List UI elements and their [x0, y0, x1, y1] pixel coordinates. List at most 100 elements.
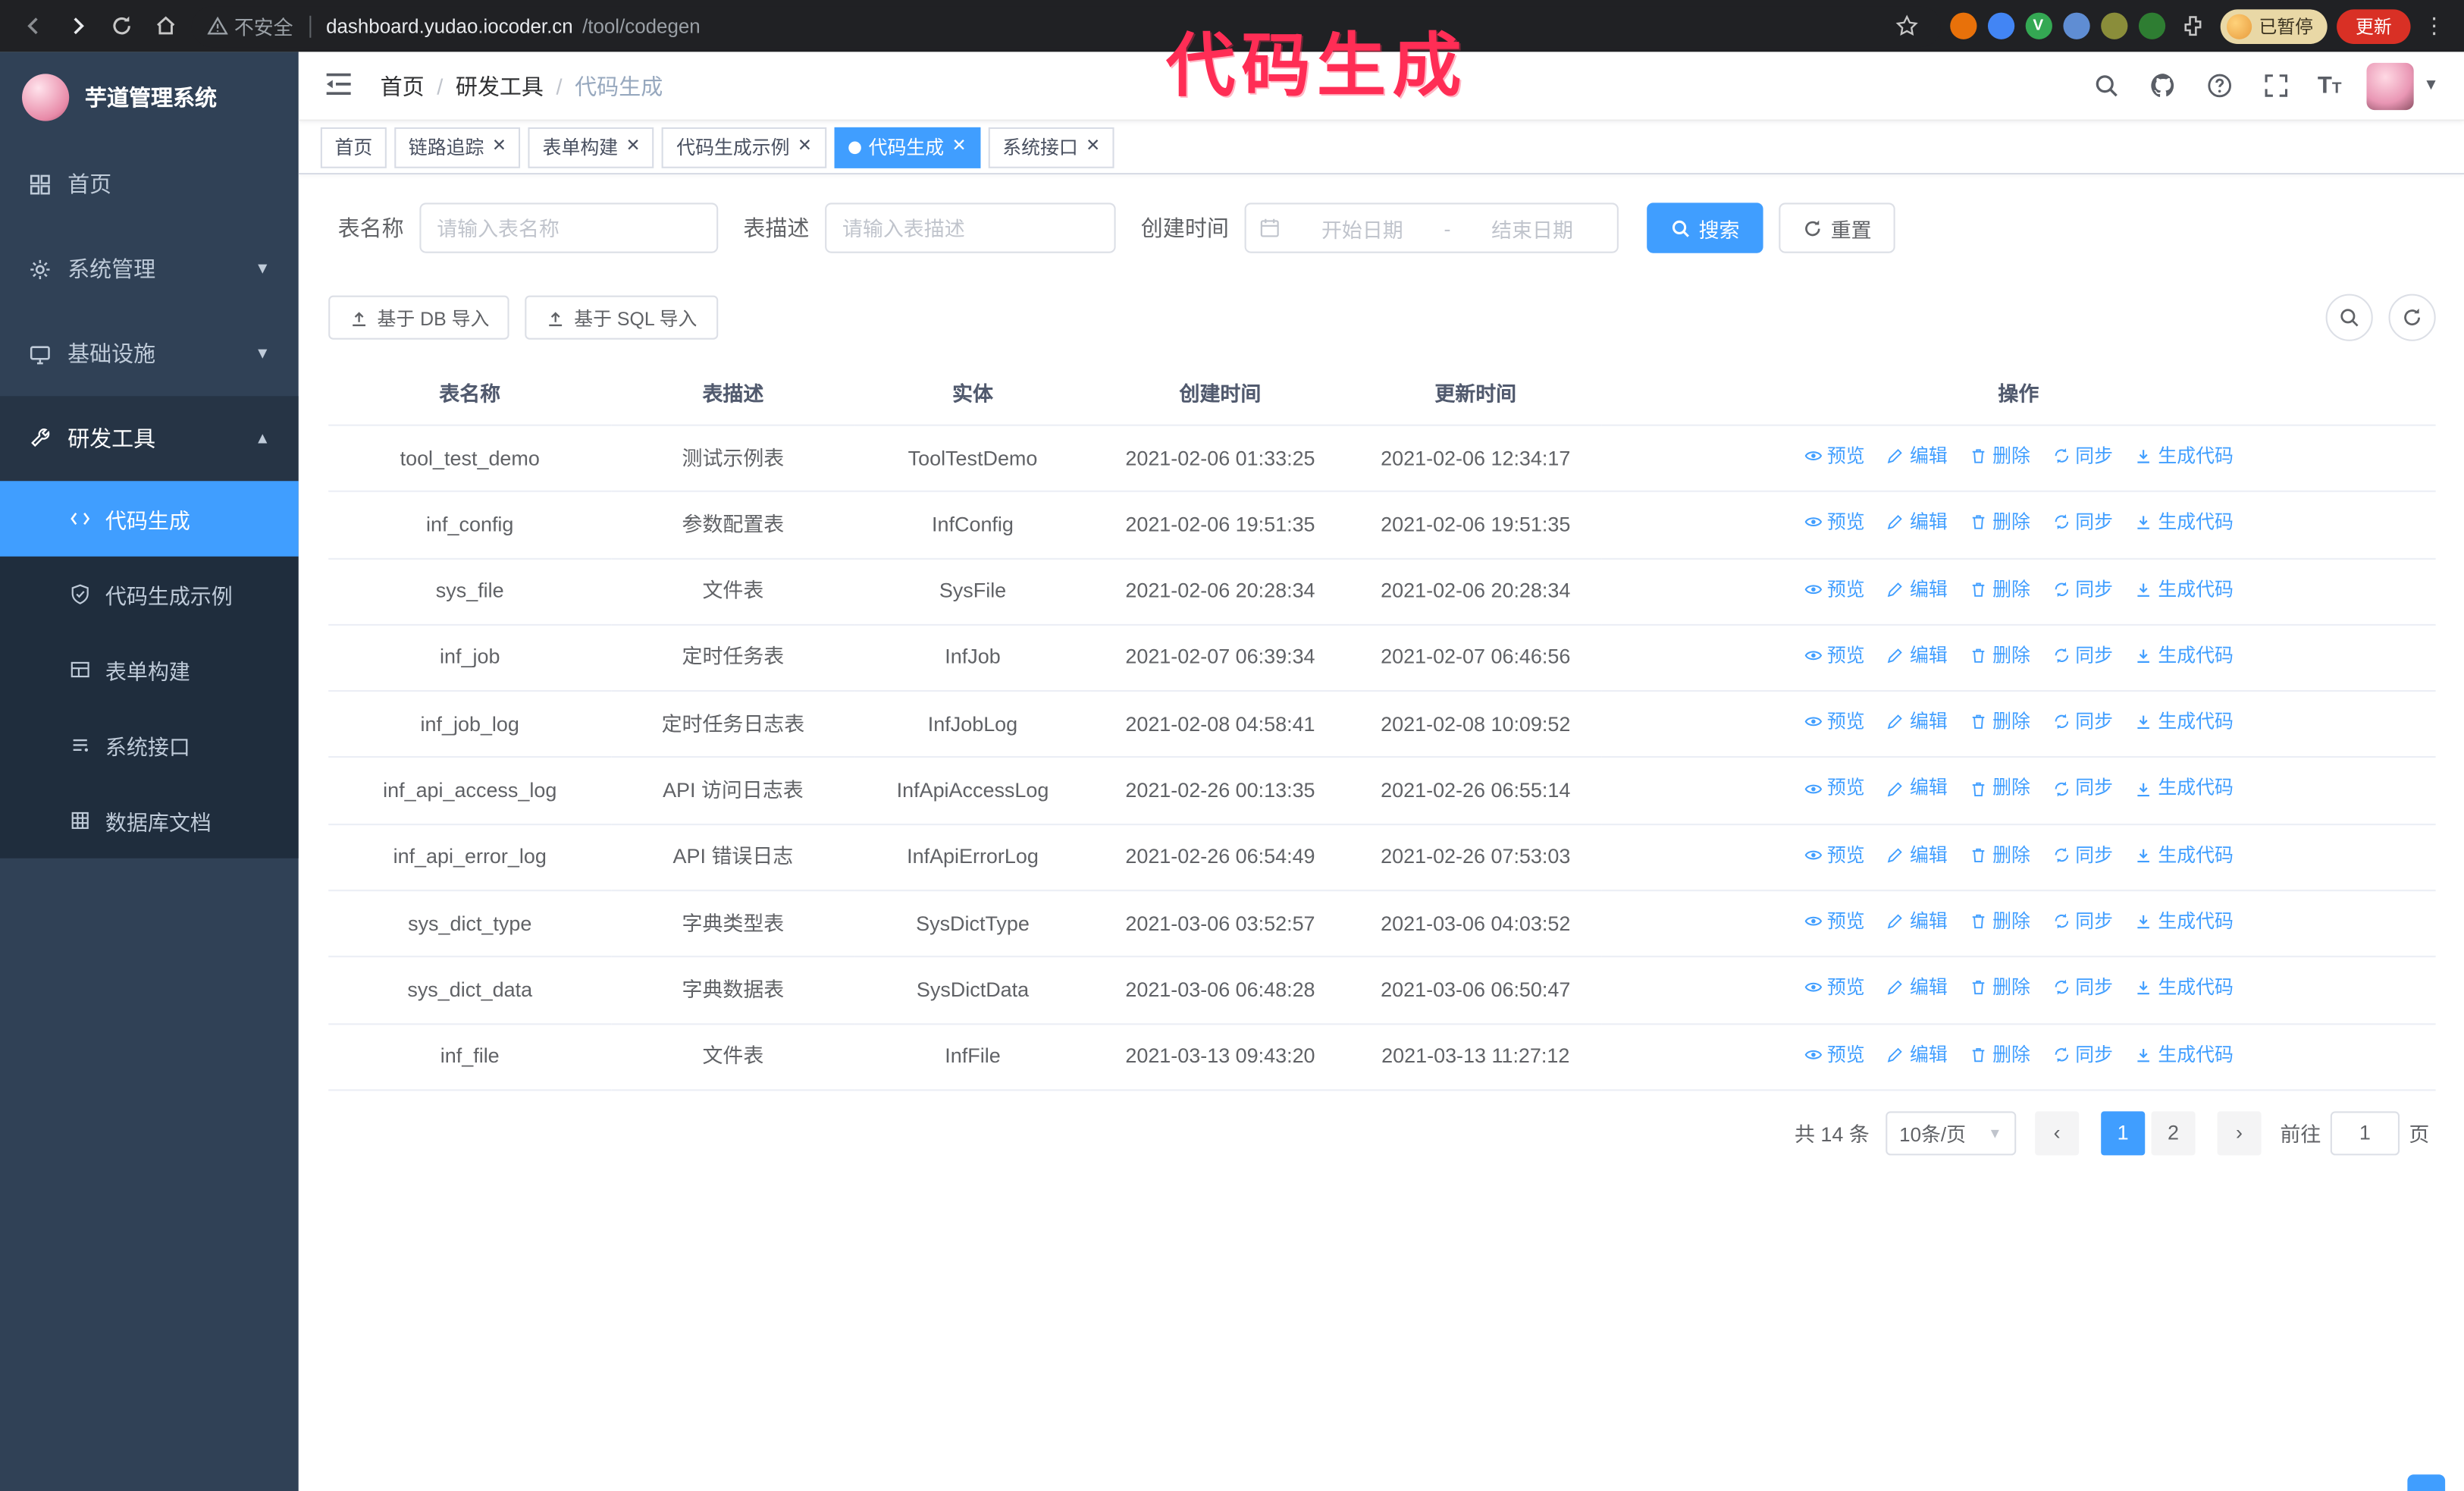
preview-link[interactable]: 预览 — [1804, 507, 1865, 538]
table-row[interactable]: sys_dict_type 字典类型表 SysDictType 2021-03-… — [328, 890, 2436, 958]
table-row[interactable]: sys_file 文件表 SysFile 2021-02-06 20:28:34… — [328, 557, 2436, 626]
delete-link[interactable]: 删除 — [1969, 1038, 2030, 1070]
back-button[interactable] — [16, 8, 51, 43]
extension-icon-4[interactable] — [2062, 12, 2089, 39]
search-button[interactable]: 搜索 — [1647, 202, 1763, 253]
table-row[interactable]: inf_api_error_log API 错误日志 InfApiErrorLo… — [328, 824, 2436, 892]
help-icon[interactable] — [2205, 70, 2236, 101]
extension-icon-2[interactable] — [1986, 12, 2014, 39]
edit-link[interactable]: 编辑 — [1886, 573, 1948, 605]
sidebar-item-home[interactable]: 首页 — [0, 142, 299, 227]
edit-link[interactable]: 编辑 — [1886, 839, 1948, 871]
table-row[interactable]: tool_test_demo 测试示例表 ToolTestDemo 2021-0… — [328, 425, 2436, 493]
sidebar-item-codegen[interactable]: 代码生成 — [0, 481, 299, 557]
breadcrumb-parent[interactable]: 研发工具 — [456, 70, 544, 101]
security-warning[interactable]: 不安全 — [207, 11, 293, 41]
user-menu[interactable]: ▼ — [2366, 61, 2439, 110]
preview-link[interactable]: 预览 — [1804, 440, 1865, 472]
generate-code-link[interactable]: 生成代码 — [2134, 440, 2234, 472]
generate-code-link[interactable]: 生成代码 — [2134, 773, 2234, 805]
sidebar-toggle-icon[interactable] — [324, 68, 359, 103]
home-button[interactable] — [148, 8, 183, 43]
close-icon[interactable]: ✕ — [1086, 137, 1100, 155]
sync-link[interactable]: 同步 — [2052, 440, 2113, 472]
delete-link[interactable]: 删除 — [1969, 507, 2030, 538]
prev-page-button[interactable]: ‹ — [2035, 1111, 2080, 1156]
delete-link[interactable]: 删除 — [1969, 906, 2030, 937]
delete-link[interactable]: 删除 — [1969, 839, 2030, 871]
close-icon[interactable]: ✕ — [625, 137, 640, 155]
preview-link[interactable]: 预览 — [1804, 773, 1865, 805]
corner-widget[interactable] — [2407, 1474, 2446, 1491]
generate-code-link[interactable]: 生成代码 — [2134, 507, 2234, 538]
table-row[interactable]: inf_job_log 定时任务日志表 InfJobLog 2021-02-08… — [328, 691, 2436, 758]
next-page-button[interactable]: › — [2217, 1111, 2262, 1156]
table-row[interactable]: inf_file 文件表 InfFile 2021-03-13 09:43:20… — [328, 1023, 2436, 1091]
close-icon[interactable]: ✕ — [952, 137, 967, 155]
delete-link[interactable]: 删除 — [1969, 706, 2030, 738]
sidebar-item-devtools[interactable]: 研发工具 ▲ — [0, 396, 299, 482]
profile-paused-badge[interactable]: 已暂停 — [2219, 8, 2328, 43]
reload-button[interactable] — [104, 8, 139, 43]
close-icon[interactable]: ✕ — [492, 137, 506, 155]
sidebar-item-infra[interactable]: 基础设施 ▼ — [0, 311, 299, 396]
sync-link[interactable]: 同步 — [2052, 573, 2113, 605]
extension-icon-3[interactable]: V — [2024, 12, 2052, 39]
fullscreen-icon[interactable] — [2261, 70, 2292, 101]
extension-icon-5[interactable] — [2100, 12, 2127, 39]
edit-link[interactable]: 编辑 — [1886, 440, 1948, 472]
sync-link[interactable]: 同步 — [2052, 773, 2113, 805]
sync-link[interactable]: 同步 — [2052, 972, 2113, 1003]
toggle-search-button[interactable] — [2325, 293, 2373, 341]
preview-link[interactable]: 预览 — [1804, 839, 1865, 871]
edit-link[interactable]: 编辑 — [1886, 1038, 1948, 1070]
tab-codegen-example[interactable]: 代码生成示例 ✕ — [662, 126, 826, 168]
date-range-picker[interactable]: 开始日期 - 结束日期 — [1244, 202, 1619, 253]
preview-link[interactable]: 预览 — [1804, 972, 1865, 1003]
github-icon[interactable] — [2148, 70, 2179, 101]
puzzle-extensions-icon[interactable] — [2176, 8, 2211, 43]
generate-code-link[interactable]: 生成代码 — [2134, 573, 2234, 605]
header-search-icon[interactable] — [2091, 70, 2122, 101]
extension-icon-1[interactable] — [1949, 12, 1977, 39]
goto-page-input[interactable] — [2330, 1111, 2400, 1156]
sidebar-item-form-builder[interactable]: 表单构建 — [0, 632, 299, 707]
generate-code-link[interactable]: 生成代码 — [2134, 839, 2234, 871]
forward-button[interactable] — [60, 8, 95, 43]
generate-code-link[interactable]: 生成代码 — [2134, 906, 2234, 937]
tab-system-api[interactable]: 系统接口 ✕ — [988, 126, 1114, 168]
table-row[interactable]: sys_dict_data 字典数据表 SysDictData 2021-03-… — [328, 956, 2436, 1025]
sync-link[interactable]: 同步 — [2052, 1038, 2113, 1070]
bookmark-star-icon[interactable] — [1889, 8, 1924, 43]
tab-home[interactable]: 首页 — [320, 126, 387, 168]
import-db-button[interactable]: 基于 DB 导入 — [328, 295, 510, 340]
edit-link[interactable]: 编辑 — [1886, 706, 1948, 738]
sidebar-item-db-doc[interactable]: 数据库文档 — [0, 783, 299, 858]
chrome-update-button[interactable]: 更新 — [2337, 8, 2411, 43]
tab-form-builder[interactable]: 表单构建 ✕ — [528, 126, 655, 168]
page-button[interactable]: 1 — [2101, 1111, 2146, 1156]
sync-link[interactable]: 同步 — [2052, 839, 2113, 871]
edit-link[interactable]: 编辑 — [1886, 972, 1948, 1003]
preview-link[interactable]: 预览 — [1804, 906, 1865, 937]
extension-icon-6[interactable] — [2137, 12, 2165, 39]
reset-button[interactable]: 重置 — [1779, 202, 1895, 253]
sync-link[interactable]: 同步 — [2052, 906, 2113, 937]
delete-link[interactable]: 删除 — [1969, 440, 2030, 472]
sidebar-item-codegen-example[interactable]: 代码生成示例 — [0, 557, 299, 632]
delete-link[interactable]: 删除 — [1969, 573, 2030, 605]
edit-link[interactable]: 编辑 — [1886, 639, 1948, 671]
preview-link[interactable]: 预览 — [1804, 1038, 1865, 1070]
table-name-input[interactable] — [419, 202, 719, 253]
tab-codegen[interactable]: 代码生成 ✕ — [834, 126, 981, 168]
table-desc-input[interactable] — [825, 202, 1116, 253]
page-size-select[interactable]: 10条/页 ▼ — [1885, 1111, 2017, 1156]
edit-link[interactable]: 编辑 — [1886, 773, 1948, 805]
delete-link[interactable]: 删除 — [1969, 972, 2030, 1003]
generate-code-link[interactable]: 生成代码 — [2134, 972, 2234, 1003]
import-sql-button[interactable]: 基于 SQL 导入 — [525, 295, 718, 340]
tab-tracing[interactable]: 链路追踪 ✕ — [394, 126, 521, 168]
delete-link[interactable]: 删除 — [1969, 773, 2030, 805]
edit-link[interactable]: 编辑 — [1886, 507, 1948, 538]
table-row[interactable]: inf_job 定时任务表 InfJob 2021-02-07 06:39:34… — [328, 624, 2436, 692]
